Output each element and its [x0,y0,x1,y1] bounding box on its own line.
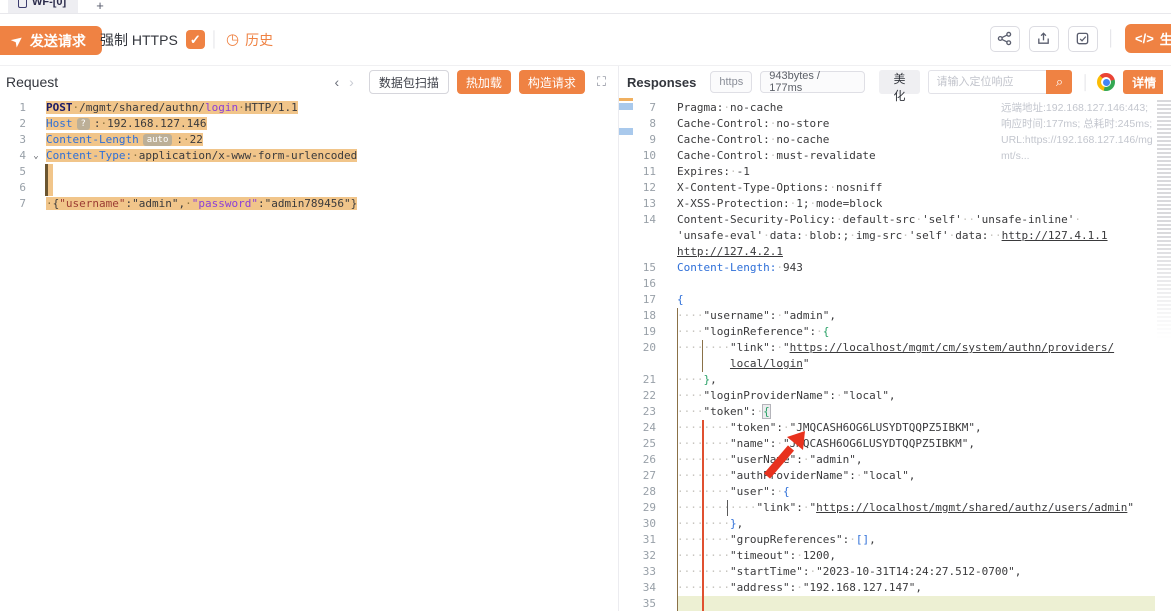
request-code-line: 2Host?:·192.168.127.146 [0,116,618,132]
request-code-line: 4⌄Content-Type:·application/x-www-form-u… [0,148,618,164]
toolbar-divider-2: │ [1107,30,1116,47]
response-editor[interactable]: 7Pragma:·no-cache8Cache-Control:·no-stor… [619,98,1171,611]
size-time-chip: 943bytes / 177ms [760,71,864,93]
chrome-icon[interactable] [1097,73,1115,91]
share-button[interactable] [990,26,1020,52]
compose-request-button[interactable]: 构造请求 [519,70,585,94]
export-icon [1036,31,1051,46]
send-request-button[interactable]: ➤ 发送请求 [0,26,102,55]
tab-wf-0[interactable]: WF-[0] [8,0,78,13]
response-code-line: 18····"username":·"admin", [619,308,1171,324]
history-prev-button[interactable]: ‹ [330,74,345,90]
response-code-line: 22····"loginProviderName":·"local", [619,388,1171,404]
detail-button[interactable]: 详情 [1123,70,1163,94]
request-meta-overlay: 远端地址:192.168.127.146:443; 响应时间:177ms; 总耗… [1001,100,1154,164]
request-code-line: 5 [0,164,618,180]
code-icon: </> [1135,31,1154,46]
request-code-line: 1POST·/mgmt/shared/authn/login·HTTP/1.1 [0,100,618,116]
response-code-line: 23····"token":·{ [619,404,1171,420]
response-code-line: 14Content-Security-Policy:·default-src·'… [619,212,1171,228]
response-panel-header: Responses https 943bytes / 177ms 美化 ⌕ │ … [619,66,1171,98]
protocol-chip: https [710,71,752,93]
minimap-marker-blue-2 [619,128,633,135]
response-code-line: 17{ [619,292,1171,308]
document-icon [18,0,27,8]
minimap-marker-blue-1 [619,103,633,110]
share-icon [997,31,1012,46]
force-https-label: 强制 HTTPS [100,30,178,50]
request-title: Request [6,74,58,90]
response-code-line: 15Content-Length:·943 [619,260,1171,276]
export-button[interactable] [1029,26,1059,52]
request-editor[interactable]: 1POST·/mgmt/shared/authn/login·HTTP/1.12… [0,98,618,611]
clock-icon: ◷ [226,32,239,47]
search-button[interactable]: ⌕ [1046,70,1072,94]
fullscreen-icon[interactable]: ⛶ [597,74,606,90]
response-code-line: http://127.4.2.1 [619,244,1171,260]
request-panel-header: Request ‹ › 数据包扫描 热加载 构造请求 ⛶ [0,66,618,98]
history-button[interactable]: ◷ 历史 [226,30,273,50]
packet-scan-button[interactable]: 数据包扫描 [369,70,449,94]
edit-icon [1075,31,1090,46]
response-header-divider: │ [1081,74,1090,90]
response-code-line: 12X-Content-Type-Options:·nosniff [619,180,1171,196]
history-next-button[interactable]: › [344,74,359,90]
response-code-line: 21····}, [619,372,1171,388]
toolbar: ➤ 发送请求 强制 HTTPS ✓ │ ◷ 历史 [0,14,1171,66]
tab-label: WF-[0] [32,0,66,8]
response-code-line: 13X-XSS-Protection:·1;·mode=block [619,196,1171,212]
request-code-line: 6 [0,180,618,196]
response-code-line: 19····"loginReference":·{ [619,324,1171,340]
minimap[interactable] [1157,100,1171,340]
tab-bar: WF-[0] + [0,0,1171,14]
request-panel: Request ‹ › 数据包扫描 热加载 构造请求 ⛶ 1POST·/mgmt… [0,66,618,611]
indent-guide-level2 [702,340,703,372]
edit-button[interactable] [1068,26,1098,52]
paper-plane-icon: ➤ [8,31,26,50]
responses-title: Responses [627,75,696,90]
generate-code-button[interactable]: </> 生成 [1125,24,1171,53]
search-icon: ⌕ [1056,74,1063,90]
response-code-line: 16 [619,276,1171,292]
response-code-line: 'unsafe-eval'·data:·blob:;·img-src·'self… [619,228,1171,244]
hot-reload-button[interactable]: 热加载 [457,70,511,94]
indent-guide-level1 [677,308,678,611]
minimap-marker-orange [619,98,633,101]
response-code-line: 11Expires:·-1 [619,164,1171,180]
indent-guide-level3 [727,500,728,516]
new-tab-button[interactable]: + [92,0,108,13]
indent-guide-active [702,420,704,611]
beautify-button[interactable]: 美化 [879,70,921,94]
request-code-line: 7·{"username":"admin",·"password":"admin… [0,196,618,212]
force-https-group: 强制 HTTPS ✓ [100,30,205,50]
force-https-checkbox[interactable]: ✓ [186,30,205,49]
request-code-line: 3Content-Lengthauto:·22 [0,132,618,148]
search-input[interactable] [928,70,1046,94]
search-box: ⌕ [928,70,1072,94]
response-panel: Responses https 943bytes / 177ms 美化 ⌕ │ … [618,66,1171,611]
toolbar-divider: │ [210,31,219,48]
